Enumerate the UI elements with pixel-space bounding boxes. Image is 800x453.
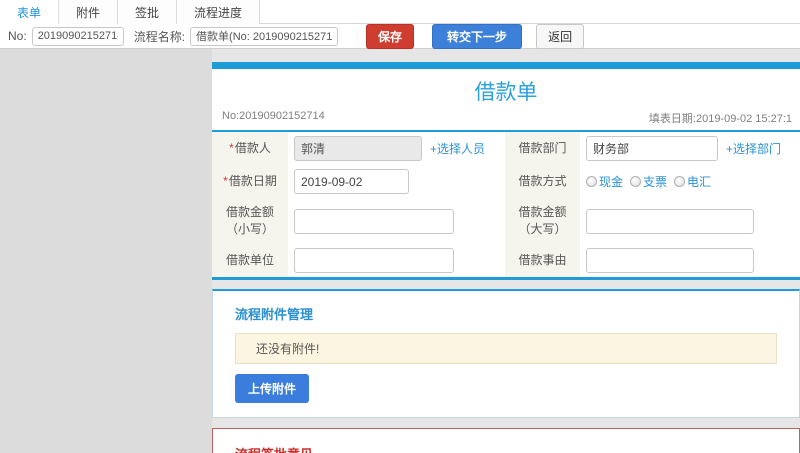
content-panel: 借款单 No:20190902152714 填表日期:2019-09-02 15…	[212, 49, 800, 453]
borrow-date-field	[288, 165, 505, 198]
unit-label: 借款单位	[212, 244, 288, 277]
next-step-button[interactable]: 转交下一步	[432, 23, 523, 49]
toolbar-row: No: 流程名称: 保存 转交下一步 返回	[0, 23, 800, 49]
reason-input[interactable]	[586, 248, 754, 273]
page-title: 借款单	[474, 81, 538, 104]
no-input[interactable]	[31, 26, 124, 46]
select-department-link[interactable]: +选择部门	[726, 140, 781, 157]
unit-input[interactable]	[294, 248, 454, 273]
tab-progress[interactable]: 流程进度	[177, 0, 261, 24]
borrower-label: *借款人	[212, 132, 288, 165]
save-button[interactable]: 保存	[366, 23, 415, 49]
approval-card: 流程签批意见 B I abc ⚑	[212, 428, 800, 453]
attachments-title: 流程附件管理	[235, 307, 314, 322]
fill-date: 填表日期:2019-09-02 15:27:1	[648, 113, 792, 125]
amount-big-input[interactable]	[586, 208, 754, 234]
radio-icon[interactable]	[630, 176, 642, 187]
borrow-method-field: 现金 支票 电汇	[580, 165, 800, 198]
form-meta-row: No:20190902152714 填表日期:2019-09-02 15:27:…	[212, 108, 800, 130]
amount-small-label: 借款金额（小写）	[212, 198, 288, 244]
attachments-card: 流程附件管理 还没有附件! 上传附件	[212, 289, 800, 418]
flow-name-input[interactable]	[190, 26, 339, 46]
required-mark: *	[229, 141, 234, 155]
tab-attachments[interactable]: 附件	[59, 0, 119, 24]
flow-name-label: 流程名称:	[133, 29, 186, 44]
radio-check[interactable]: 支票	[630, 173, 667, 190]
tab-bar: 表单 附件 签批 流程进度	[0, 0, 800, 24]
select-person-link[interactable]: +选择人员	[430, 140, 485, 157]
radio-icon[interactable]	[674, 176, 686, 187]
radio-wire[interactable]: 电汇	[674, 173, 711, 190]
department-field: +选择部门	[580, 132, 800, 165]
department-input[interactable]	[586, 136, 718, 161]
radio-icon[interactable]	[586, 176, 597, 187]
loan-form-table: *借款人 +选择人员 借款部门 +选择部门 *借款日期	[212, 130, 800, 277]
tab-form[interactable]: 表单	[0, 0, 60, 24]
reason-field	[580, 244, 800, 277]
borrower-input[interactable]	[294, 136, 422, 161]
borrow-method-label: 借款方式	[505, 165, 580, 198]
unit-field	[288, 244, 505, 277]
page-background: 借款单 No:20190902152714 填表日期:2019-09-02 15…	[0, 49, 800, 453]
borrow-date-input[interactable]	[294, 169, 409, 194]
attachments-empty-notice: 还没有附件!	[235, 333, 777, 364]
tab-approval[interactable]: 签批	[118, 0, 178, 24]
loan-form-card: 借款单 No:20190902152714 填表日期:2019-09-02 15…	[212, 62, 800, 280]
amount-small-input[interactable]	[294, 208, 454, 234]
borrow-method-radios: 现金 支票 电汇	[586, 173, 711, 190]
department-label: 借款部门	[505, 132, 580, 165]
amount-small-field	[288, 198, 505, 244]
borrow-date-label: *借款日期	[212, 165, 288, 198]
upload-attachment-button[interactable]: 上传附件	[235, 374, 310, 403]
doc-number: No:20190902152714	[222, 110, 325, 122]
no-label: No:	[8, 29, 27, 43]
back-button[interactable]: 返回	[536, 23, 585, 49]
approval-title: 流程签批意见	[235, 444, 799, 453]
reason-label: 借款事由	[505, 244, 580, 277]
radio-cash[interactable]: 现金	[586, 173, 623, 190]
amount-big-label: 借款金额（大写）	[505, 198, 580, 244]
borrower-field: +选择人员	[288, 132, 505, 165]
required-mark: *	[223, 174, 228, 188]
amount-big-field	[580, 198, 800, 244]
